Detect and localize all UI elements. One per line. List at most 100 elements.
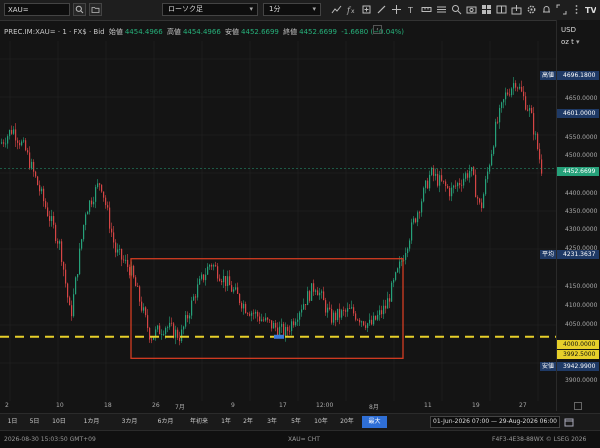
- crosshair-icon: [392, 5, 401, 14]
- period-button-1d[interactable]: 1日: [4, 416, 21, 428]
- unit-select[interactable]: oz t ▾: [561, 38, 579, 46]
- time-tick: 18: [104, 402, 112, 409]
- candle-body: [15, 129, 17, 141]
- candle-body: [255, 311, 257, 314]
- candle-body: [451, 187, 453, 197]
- pen-button[interactable]: [376, 4, 387, 15]
- period-button-10d[interactable]: 10日: [48, 416, 70, 428]
- candle-body: [539, 149, 541, 160]
- candle-body: [407, 248, 409, 254]
- candle-body: [431, 167, 433, 175]
- candle-body: [331, 308, 333, 323]
- calendar-button[interactable]: [564, 417, 574, 427]
- candle-body: [411, 222, 413, 241]
- candle-body: [497, 121, 499, 123]
- fullscreen-button[interactable]: [556, 4, 567, 15]
- period-button-3m[interactable]: 3カ月: [113, 416, 146, 428]
- candle-body: [459, 183, 461, 185]
- candle-body: [443, 180, 445, 182]
- period-button-5y[interactable]: 5年: [286, 416, 306, 428]
- zoom-button[interactable]: [451, 4, 462, 15]
- price-chart[interactable]: [0, 41, 556, 401]
- candle-body: [359, 319, 361, 323]
- period-button-1m[interactable]: 1カ月: [75, 416, 108, 428]
- text-tool-button[interactable]: T: [406, 4, 417, 15]
- candle-body: [233, 289, 235, 292]
- legend-collapse-button[interactable]: ‹: [373, 25, 382, 34]
- folder-button[interactable]: [89, 3, 102, 16]
- interval-select[interactable]: 1分 ▾: [263, 3, 321, 16]
- period-button-5d[interactable]: 5日: [26, 416, 43, 428]
- vertical-menu-button[interactable]: [571, 4, 582, 15]
- candle-body: [49, 216, 51, 221]
- gear-button[interactable]: [526, 4, 537, 15]
- currency-label: USD: [561, 26, 576, 34]
- candle-body: [405, 253, 407, 260]
- date-range-field[interactable]: 01-Jun-2026 07:00 — 29-Aug-2026 06:00: [430, 416, 560, 428]
- candle-body: [183, 326, 185, 330]
- period-button-6m[interactable]: 6カ月: [149, 416, 182, 428]
- open-value: 4454.4966: [124, 28, 163, 36]
- current-price-tag: 4452.6699: [557, 167, 599, 176]
- svg-text:T: T: [407, 6, 413, 15]
- fibonacci-button[interactable]: [436, 4, 447, 15]
- candle-body: [537, 133, 539, 150]
- candle-body: [107, 205, 109, 208]
- range-highlight-box[interactable]: [130, 258, 404, 359]
- search-button[interactable]: [73, 3, 86, 16]
- candle-body: [231, 285, 233, 292]
- export-button[interactable]: [511, 4, 522, 15]
- time-axis[interactable]: 2 10 18 26 7月 9 17 12:00 8月 11 19 27: [0, 401, 556, 411]
- candle-body: [295, 321, 297, 326]
- candle-body: [45, 201, 47, 208]
- toolbar: ローソク足 ▾ 1分 ▾ fx T TV: [0, 0, 600, 21]
- candle-body: [263, 319, 265, 321]
- compare-button[interactable]: [361, 4, 372, 15]
- candle-body: [93, 201, 95, 205]
- measure-button[interactable]: [421, 4, 432, 15]
- bell-button[interactable]: [541, 4, 552, 15]
- chart-type-select[interactable]: ローソク足 ▾: [162, 3, 258, 16]
- candle-body: [389, 298, 391, 302]
- period-button-10y[interactable]: 10年: [310, 416, 332, 428]
- period-button-20y[interactable]: 20年: [336, 416, 358, 428]
- candle-body: [343, 310, 345, 312]
- candle-body: [493, 146, 495, 155]
- candle-body: [145, 307, 147, 316]
- candle-body: [429, 174, 431, 189]
- candle-body: [161, 334, 163, 335]
- candle-body: [419, 212, 421, 214]
- chevron-down-icon: ▾: [249, 5, 253, 13]
- period-button-2y[interactable]: 2年: [238, 416, 258, 428]
- candle-body: [47, 207, 49, 217]
- camera-button[interactable]: [466, 4, 477, 15]
- candle-body: [59, 241, 61, 244]
- candle-body: [347, 308, 349, 312]
- period-button-max[interactable]: 最大: [362, 416, 387, 428]
- low-price-tag: 3942.9900: [557, 362, 599, 371]
- line-chart-button[interactable]: [331, 4, 342, 15]
- period-button-ytd[interactable]: 年初来: [184, 416, 214, 428]
- candle-body: [427, 180, 429, 189]
- period-button-3y[interactable]: 3年: [262, 416, 282, 428]
- layout-button[interactable]: [496, 4, 507, 15]
- candle-body: [101, 184, 103, 192]
- candle-body: [5, 143, 7, 145]
- candle-body: [245, 303, 247, 314]
- candle-body: [51, 216, 53, 221]
- indicator-button[interactable]: fx: [346, 4, 357, 15]
- symbol-input[interactable]: [4, 3, 70, 16]
- axis-settings-button[interactable]: [574, 402, 582, 410]
- close-value: 4452.6699: [299, 28, 337, 36]
- candle-body: [97, 183, 99, 188]
- crosshair-button[interactable]: [391, 4, 402, 15]
- candle-body: [345, 310, 347, 312]
- grid-button[interactable]: [481, 4, 492, 15]
- fibonacci-icon: [437, 6, 446, 13]
- candle-body: [465, 173, 467, 179]
- candle-body: [27, 150, 29, 153]
- period-button-1y[interactable]: 1年: [216, 416, 236, 428]
- expand-icon: [556, 4, 567, 15]
- time-tick: 2: [5, 402, 9, 409]
- candle-body: [115, 242, 117, 253]
